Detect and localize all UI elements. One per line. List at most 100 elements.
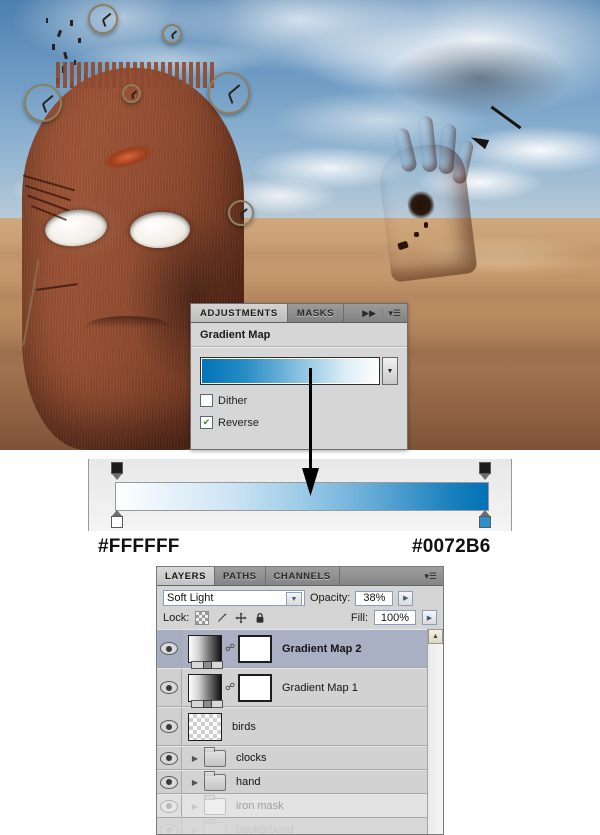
chevron-down-icon[interactable]: ▼ [382,357,398,385]
eye-visibility-icon [160,823,178,834]
table-row[interactable]: ▶ clocks [157,746,443,770]
arrow-head-icon [302,468,319,496]
reverse-checkbox[interactable]: ✔ [200,416,213,429]
folder-icon [204,770,226,791]
table-row[interactable]: ▶ hand [157,770,443,794]
mask-link-icon[interactable]: ☍ [225,682,235,693]
tab-adjustments[interactable]: ADJUSTMENTS [191,304,288,322]
layer-visibility-toggle[interactable] [157,819,182,834]
lock-buttons [195,610,266,625]
tab-masks-label: MASKS [296,307,335,319]
opacity-stepper-icon[interactable]: ▶ [398,590,414,606]
eye-visibility-icon [160,720,178,733]
layers-panel: LAYERS PATHS CHANNELS ▾☰ Soft Light ▼ Op… [156,566,444,835]
stop-tip [112,474,122,480]
panel-header-icons: ▶▶ | ▾☰ [362,304,407,322]
lock-transparency-icon[interactable] [195,610,210,625]
tab-paths[interactable]: PATHS [215,567,266,585]
layer-mask-thumbnail[interactable] [238,673,272,702]
reverse-label: Reverse [218,416,259,429]
bird-icon [70,20,73,26]
arrow-shaft [309,368,312,476]
lock-position-move-icon[interactable] [235,612,247,624]
dither-label: Dither [218,394,248,407]
layer-thumbnail[interactable] [188,673,223,708]
gradient-preview-swatch[interactable] [200,357,380,385]
bird-icon [52,44,55,50]
layers-tab-bar: LAYERS PATHS CHANNELS ▾☰ [157,567,443,586]
lock-all-padlock-icon[interactable] [254,612,266,624]
table-row[interactable]: ☍ Gradient Map 2 [157,629,443,669]
dark-cloud [360,18,600,148]
layer-thumbnail[interactable] [188,634,223,669]
disclosure-triangle-icon[interactable]: ▶ [189,802,201,811]
color-stop-left[interactable] [111,510,123,528]
table-row[interactable]: ☍ Gradient Map 1 [157,668,443,708]
scroll-up-arrow-icon[interactable]: ▲ [428,629,443,644]
layer-thumbnail[interactable] [188,712,222,741]
table-row[interactable]: birds [157,707,443,746]
lock-image-pixels-brush-icon[interactable] [216,612,228,624]
color-stop-marker-blue [479,516,491,528]
opacity-input[interactable]: 38% [355,590,394,606]
table-row[interactable]: ▶ background [157,818,443,835]
panel-menu-icon[interactable]: ▾☰ [388,308,401,319]
tab-layers[interactable]: LAYERS [157,567,215,585]
fill-stepper-icon[interactable]: ▶ [422,610,437,625]
blend-mode-value: Soft Light [167,592,214,604]
layer-name: clocks [236,752,267,764]
folder-icon [204,818,226,834]
opacity-stop-marker [111,462,123,474]
opacity-stop-left[interactable] [111,462,123,480]
flying-clock [24,84,62,122]
tab-layers-label: LAYERS [165,570,206,582]
layer-visibility-toggle[interactable] [157,771,182,793]
layer-name: background [236,824,294,835]
fill-input[interactable]: 100% [374,610,416,625]
flying-clock [88,4,118,34]
layer-visibility-toggle[interactable] [157,708,182,745]
mask-link-icon[interactable]: ☍ [225,643,235,654]
folder-icon [204,746,226,767]
annotation-arrow [298,368,322,496]
layer-visibility-toggle[interactable] [157,630,182,667]
disclosure-triangle-icon[interactable]: ▶ [189,754,201,763]
color-stop-marker-white [111,516,123,528]
eye-visibility-icon [160,799,178,813]
adjustments-tab-bar: ADJUSTMENTS MASKS ▶▶ | ▾☰ [191,304,407,323]
layers-scrollbar[interactable]: ▲ [427,629,443,834]
double-right-chevron-icon[interactable]: ▶▶ [362,308,376,319]
hand-speck [424,222,428,228]
layer-name: birds [232,720,256,733]
disclosure-triangle-icon[interactable]: ▶ [189,778,201,787]
folder-icon [204,794,226,815]
tab-paths-label: PATHS [222,570,257,582]
color-stop-right[interactable] [479,510,491,528]
tab-masks[interactable]: MASKS [288,304,345,322]
layer-list: ☍ Gradient Map 2 ☍ Gradient Map 1 birds [157,629,443,835]
opacity-label: Opacity: [310,592,351,604]
tab-adjustments-label: ADJUSTMENTS [200,307,278,319]
tab-channels[interactable]: CHANNELS [266,567,340,585]
tab-spacer [344,304,362,322]
divider: | [381,308,384,318]
flying-clock [228,200,254,226]
layer-visibility-toggle[interactable] [157,795,182,817]
stop-tip [480,474,490,480]
table-row[interactable]: ▶ iron mask [157,794,443,818]
layer-visibility-toggle[interactable] [157,669,182,706]
hex-label-left: #FFFFFF [98,536,180,557]
layer-visibility-toggle[interactable] [157,747,182,769]
panel-menu-icon[interactable]: ▾☰ [424,567,443,585]
gradient-slider-icon [191,699,223,708]
eye-visibility-icon [160,642,178,655]
chevron-down-icon[interactable]: ▼ [286,592,302,606]
flying-clock [208,72,250,114]
disclosure-triangle-icon[interactable]: ▶ [189,826,201,835]
dither-checkbox[interactable] [200,394,213,407]
opacity-stop-right[interactable] [479,462,491,480]
layer-mask-thumbnail[interactable] [238,634,272,663]
blend-mode-select[interactable]: Soft Light ▼ [163,590,305,606]
layer-name: iron mask [236,800,284,812]
layer-name: Gradient Map 2 [282,642,362,655]
